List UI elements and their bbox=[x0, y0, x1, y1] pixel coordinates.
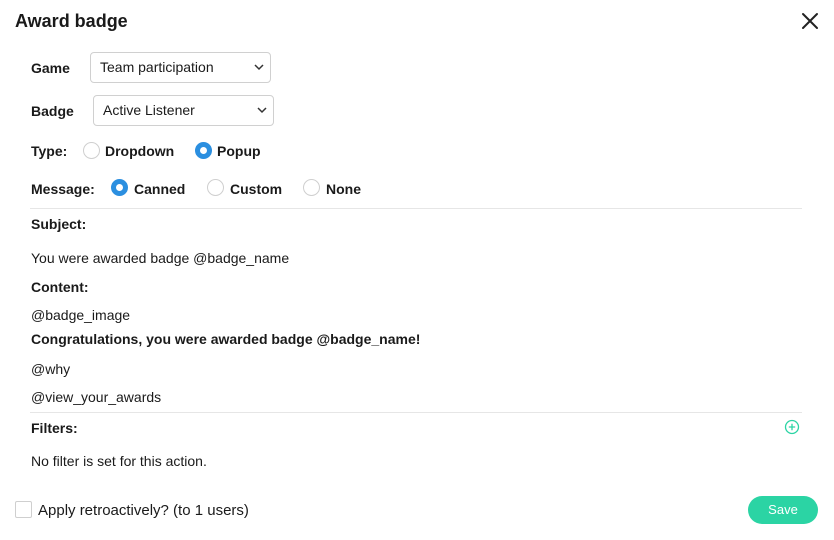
content-line: Congratulations, you were awarded badge … bbox=[31, 331, 421, 347]
subject-label: Subject: bbox=[31, 216, 87, 232]
badge-select[interactable]: Active Listener bbox=[93, 95, 274, 126]
add-filter-icon[interactable] bbox=[784, 419, 800, 435]
apply-retroactively-checkbox[interactable] bbox=[15, 501, 32, 518]
type-radio-popup[interactable] bbox=[195, 142, 212, 159]
message-option-none[interactable]: None bbox=[326, 181, 361, 197]
game-select-value: Team participation bbox=[100, 59, 214, 75]
save-button[interactable]: Save bbox=[748, 496, 818, 524]
message-option-canned[interactable]: Canned bbox=[134, 181, 185, 197]
game-label: Game bbox=[31, 60, 70, 76]
filters-empty-text: No filter is set for this action. bbox=[31, 453, 207, 469]
message-radio-canned[interactable] bbox=[111, 179, 128, 196]
content-line: @view_your_awards bbox=[31, 389, 162, 405]
divider bbox=[30, 208, 802, 209]
content-line: @why bbox=[31, 361, 71, 377]
badge-select-value: Active Listener bbox=[103, 102, 195, 118]
message-radio-none[interactable] bbox=[303, 179, 320, 196]
dialog-title: Award badge bbox=[15, 11, 128, 31]
type-option-popup[interactable]: Popup bbox=[217, 143, 261, 159]
chevron-down-icon bbox=[257, 107, 267, 114]
content-label: Content: bbox=[31, 279, 89, 295]
divider bbox=[30, 412, 802, 413]
subject-value: You were awarded badge @badge_name bbox=[31, 250, 290, 266]
type-radio-dropdown[interactable] bbox=[83, 142, 100, 159]
message-option-custom[interactable]: Custom bbox=[230, 181, 282, 197]
apply-retroactively-label[interactable]: Apply retroactively? (to 1 users) bbox=[38, 502, 249, 519]
chevron-down-icon bbox=[254, 64, 264, 71]
game-select[interactable]: Team participation bbox=[90, 52, 271, 83]
badge-label: Badge bbox=[31, 103, 74, 119]
type-label: Type: bbox=[31, 143, 68, 159]
message-radio-custom[interactable] bbox=[207, 179, 224, 196]
close-icon[interactable] bbox=[800, 11, 820, 31]
type-option-dropdown[interactable]: Dropdown bbox=[105, 143, 174, 159]
message-label: Message: bbox=[31, 181, 95, 197]
filters-label: Filters: bbox=[31, 420, 78, 436]
content-line: @badge_image bbox=[31, 307, 131, 323]
